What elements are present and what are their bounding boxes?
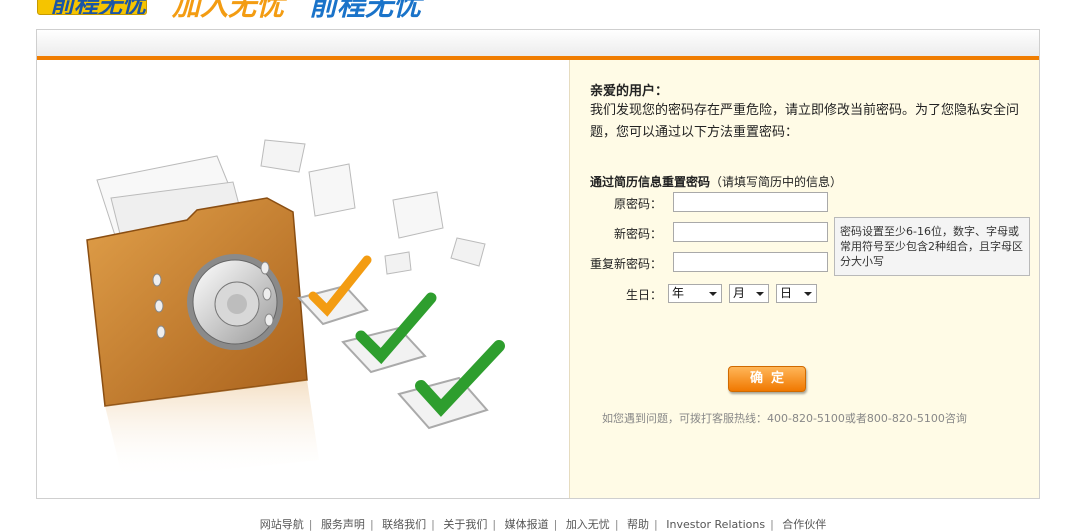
chevron-down-icon (804, 292, 812, 296)
birth-year-select[interactable]: 年 (668, 284, 722, 303)
footer-link-help[interactable]: 帮助 (627, 518, 649, 531)
illustration-pane (37, 60, 569, 498)
footer-links: 网站导航 | 服务声明 | 联络我们 | 关于我们 | 媒体报道 | 加入无忧 | 帮助 | … (259, 518, 827, 531)
repeat-password-label: 重复新密码： (589, 257, 662, 271)
footer-link-terms[interactable]: 服务声明 (321, 518, 365, 531)
main-frame: 亲爱的用户： 我们发现您的密码存在严重危险，请立即修改当前密码。为了您隐私安全问… (36, 29, 1040, 499)
reset-form-pane: 亲爱的用户： 我们发现您的密码存在严重危险，请立即修改当前密码。为了您隐私安全问… (569, 60, 1039, 498)
frame-header (37, 30, 1039, 56)
warning-message: 我们发现您的密码存在严重危险，请立即修改当前密码。为了您隐私安全问题，您可以通过… (590, 103, 1020, 140)
old-password-label: 原密码： (613, 197, 662, 211)
section-title: 通过简历信息重置密码（请填写简历中的信息） (590, 175, 843, 189)
chevron-down-icon (756, 292, 764, 296)
new-password-label: 新密码： (613, 227, 662, 241)
password-hint: 密码设置至少6-16位，数字、字母或常用符号至少包含2种组合，且字母区分大小写 (834, 217, 1030, 276)
footer-link-about[interactable]: 关于我们 (443, 518, 487, 531)
footer-link-partners[interactable]: 合作伙伴 (782, 518, 826, 531)
footer-link-site-nav[interactable]: 网站导航 (260, 518, 304, 531)
new-password-input[interactable] (673, 222, 828, 242)
repeat-password-input[interactable] (673, 252, 828, 272)
old-password-input[interactable] (673, 192, 828, 212)
folder-safe-illustration (86, 139, 505, 480)
footer-link-contact[interactable]: 联络我们 (382, 518, 426, 531)
confirm-button[interactable]: 确定 (728, 366, 806, 392)
slogan-join: 加入无忧 (172, 0, 285, 22)
footer-link-media[interactable]: 媒体报道 (505, 518, 549, 531)
checkmark-icon (297, 255, 505, 430)
birthday-label: 生日： (625, 288, 662, 302)
birth-day-select[interactable]: 日 (776, 284, 817, 303)
birth-month-select[interactable]: 月 (729, 284, 769, 303)
slogan-brand: 前程无忧 (309, 0, 422, 22)
hotline-text: 如您遇到问题，可拨打客服热线：400-820-5100或者800-820-510… (602, 412, 967, 425)
footer-link-join[interactable]: 加入无忧 (566, 518, 610, 531)
footer-link-investor[interactable]: Investor Relations (666, 518, 765, 531)
greeting: 亲爱的用户： (590, 84, 669, 99)
chevron-down-icon (709, 292, 717, 296)
logo[interactable]: 前程无忧 (37, 0, 147, 15)
